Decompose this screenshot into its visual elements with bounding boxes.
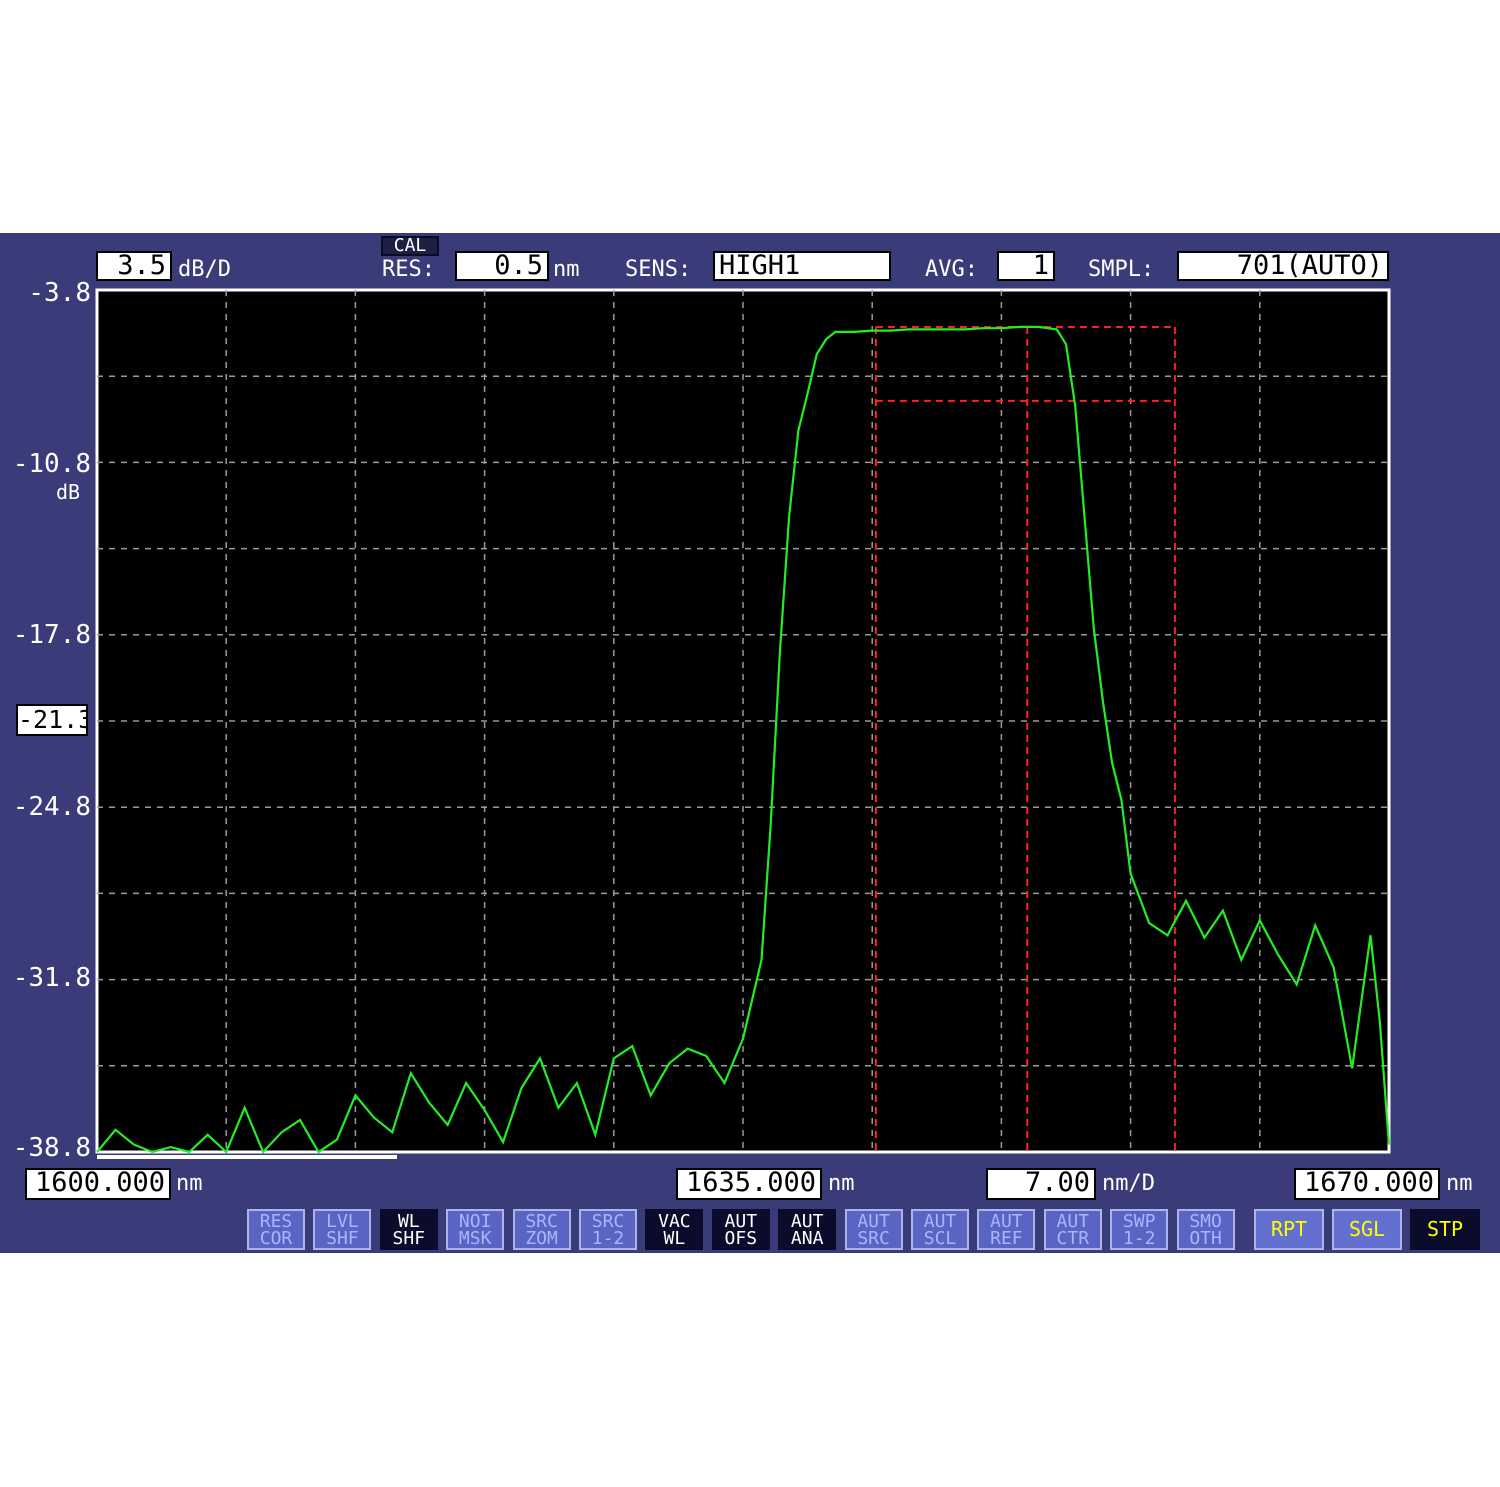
span-unit: nm/D [1102, 1171, 1155, 1196]
softkey-label-line1: SRC [591, 1210, 625, 1232]
softkey-label-line2: 1-2 [1122, 1227, 1156, 1249]
softkey-label-line1: SRC [525, 1210, 558, 1232]
softkey-label-line2: SHF [392, 1227, 426, 1249]
scroll-indicator[interactable] [97, 1155, 397, 1159]
softkey-wl-shf[interactable]: WL SHF [379, 1209, 438, 1250]
softkey-aut-scl[interactable]: AUT SCL [911, 1209, 969, 1250]
softkey-label-line1: AUT [857, 1210, 890, 1232]
softkey-smo-oth[interactable]: SMO OTH [1176, 1209, 1235, 1250]
rpt-button[interactable]: RPT [1254, 1209, 1324, 1250]
softkey-label-line1: AUT [923, 1210, 957, 1232]
softkey-label-line2: 1-2 [591, 1227, 625, 1249]
sgl-button[interactable]: SGL [1332, 1209, 1402, 1250]
softkey-label-line2: SHF [326, 1227, 359, 1249]
softkey-label-line2: MSK [458, 1227, 492, 1249]
softkey-label-line2: SCL [923, 1227, 957, 1249]
softkey-label-line1: AUT [724, 1210, 758, 1232]
stp-button[interactable]: STP [1410, 1209, 1480, 1250]
softkey-vac-wl[interactable]: VAC WL [645, 1209, 704, 1250]
softkey-label-line1: AUT [1056, 1210, 1090, 1232]
stop-wavelength-value: 1670.000 [1303, 1168, 1434, 1198]
softkey-aut-ref[interactable]: AUT REF [977, 1209, 1036, 1250]
start-wavelength-value: 1600.000 [34, 1168, 165, 1198]
span-box[interactable]: 7.00 [986, 1168, 1096, 1200]
stop-wavelength-box[interactable]: 1670.000 [1294, 1168, 1440, 1200]
softkey-label-line1: SWP [1122, 1210, 1156, 1232]
start-wavelength-unit: nm [176, 1171, 203, 1196]
spectrum-plot[interactable] [0, 0, 1500, 1487]
softkey-swp-1-2[interactable]: SWP 1-2 [1110, 1209, 1169, 1250]
softkey-aut-ofs[interactable]: AUT OFS [711, 1209, 770, 1250]
softkey-aut-ctr[interactable]: AUT CTR [1043, 1209, 1102, 1250]
softkey-label-line1: AUT [990, 1210, 1023, 1232]
softkey-label-line1: NOI [458, 1210, 492, 1232]
softkey-res-cor[interactable]: RES COR [247, 1209, 305, 1250]
span-value: 7.00 [1024, 1168, 1090, 1198]
softkey-label-line1: WL [397, 1210, 420, 1232]
softkey-label-line1: LVL [326, 1210, 359, 1232]
center-wavelength-value: 1635.000 [685, 1168, 816, 1198]
softkey-label-line2: CTR [1056, 1227, 1090, 1249]
softkey-label-line1: VAC [658, 1210, 691, 1232]
softkey-label-line2: COR [259, 1227, 293, 1249]
softkey-label-line2: WL [663, 1227, 686, 1249]
softkey-label-line2: OTH [1189, 1227, 1222, 1249]
softkey-src-zom[interactable]: SRC ZOM [512, 1209, 571, 1250]
softkey-aut-src[interactable]: AUT SRC [844, 1209, 903, 1250]
softkey-aut-ana[interactable]: AUT ANA [778, 1209, 837, 1250]
softkey-label-line2: ZOM [525, 1227, 558, 1249]
start-wavelength-box[interactable]: 1600.000 [25, 1168, 171, 1200]
softkey-noi-msk[interactable]: NOI MSK [446, 1209, 505, 1250]
softkey-label-line2: REF [990, 1227, 1023, 1249]
center-wavelength-unit: nm [828, 1171, 855, 1196]
softkey-label-line2: ANA [790, 1227, 824, 1249]
softkey-label-line1: RES [259, 1210, 293, 1232]
softkey-lvl-shf[interactable]: LVL SHF [313, 1209, 372, 1250]
softkey-label-line1: SMO [1189, 1210, 1222, 1232]
stop-wavelength-unit: nm [1446, 1171, 1473, 1196]
softkey-label-line1: AUT [790, 1210, 824, 1232]
softkey-src-1-2[interactable]: SRC 1-2 [579, 1209, 637, 1250]
center-wavelength-box[interactable]: 1635.000 [676, 1168, 822, 1200]
softkey-label-line2: OFS [724, 1227, 758, 1249]
softkey-label-line2: SRC [857, 1227, 890, 1249]
